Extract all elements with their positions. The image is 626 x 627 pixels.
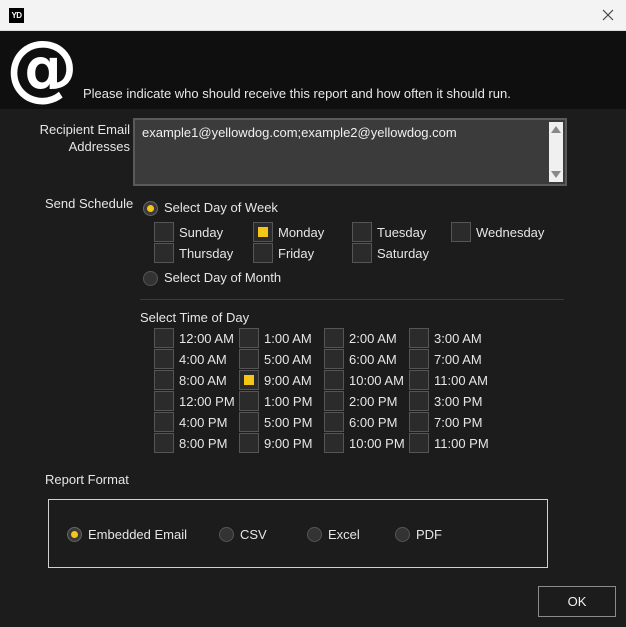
- time-label: 3:00 AM: [434, 331, 482, 346]
- day-label: Saturday: [377, 246, 430, 261]
- app-logo: YD: [9, 8, 24, 23]
- day-of-month-radio[interactable]: [143, 271, 158, 286]
- day-label: Wednesday: [476, 225, 545, 240]
- time-checkbox[interactable]: [239, 391, 259, 411]
- time-checkbox[interactable]: [409, 391, 429, 411]
- day-label: Sunday: [179, 225, 224, 240]
- svg-text:@: @: [7, 35, 77, 105]
- time-checkbox[interactable]: [324, 370, 344, 390]
- header-instruction: Please indicate who should receive this …: [83, 86, 511, 101]
- time-label: 6:00 PM: [349, 415, 398, 430]
- day-checkbox-tuesday[interactable]: [352, 222, 372, 242]
- time-label: 1:00 PM: [264, 394, 313, 409]
- time-checkbox[interactable]: [409, 370, 429, 390]
- close-icon: [602, 9, 614, 21]
- time-checkbox[interactable]: [154, 349, 174, 369]
- day-label: Tuesday: [377, 225, 427, 240]
- send-schedule-label: Send Schedule: [45, 196, 134, 211]
- time-checkbox[interactable]: [409, 328, 429, 348]
- time-checkbox[interactable]: [239, 328, 259, 348]
- recipient-email-input[interactable]: example1@yellowdog.com;example2@yellowdo…: [133, 118, 567, 186]
- time-of-day-label: Select Time of Day: [140, 310, 250, 325]
- at-sign-icon: @: [7, 35, 77, 105]
- time-label: 10:00 PM: [349, 436, 405, 451]
- day-of-week-radio[interactable]: [143, 201, 158, 216]
- day-checkbox-saturday[interactable]: [352, 243, 372, 263]
- time-label: 1:00 AM: [264, 331, 312, 346]
- time-label: 4:00 PM: [179, 415, 228, 430]
- day-of-week-label: Select Day of Week: [164, 200, 278, 215]
- time-checkbox[interactable]: [324, 433, 344, 453]
- time-label: 8:00 AM: [179, 373, 227, 388]
- format-label: CSV: [240, 527, 267, 542]
- time-checkbox[interactable]: [324, 349, 344, 369]
- scroll-up-icon[interactable]: [551, 126, 561, 133]
- time-checkbox[interactable]: [154, 433, 174, 453]
- report-format-group: Embedded Email CSV Excel PDF: [48, 499, 548, 568]
- section-divider: [140, 299, 564, 300]
- time-checkbox[interactable]: [409, 349, 429, 369]
- day-checkbox-friday[interactable]: [253, 243, 273, 263]
- day-checkbox-thursday[interactable]: [154, 243, 174, 263]
- time-checkbox[interactable]: [239, 370, 259, 390]
- time-label: 2:00 AM: [349, 331, 397, 346]
- format-radio-embedded-email[interactable]: [67, 527, 82, 542]
- recipient-email-value: example1@yellowdog.com;example2@yellowdo…: [142, 125, 457, 140]
- format-radio-pdf[interactable]: [395, 527, 410, 542]
- time-label: 9:00 PM: [264, 436, 313, 451]
- time-label: 3:00 PM: [434, 394, 483, 409]
- time-checkbox[interactable]: [409, 433, 429, 453]
- ok-button[interactable]: OK: [538, 586, 616, 617]
- format-label: Excel: [328, 527, 360, 542]
- time-checkbox[interactable]: [239, 433, 259, 453]
- time-checkbox[interactable]: [154, 391, 174, 411]
- time-label: 12:00 AM: [179, 331, 234, 346]
- time-checkbox[interactable]: [154, 328, 174, 348]
- time-checkbox[interactable]: [239, 349, 259, 369]
- day-checkbox-sunday[interactable]: [154, 222, 174, 242]
- day-label: Thursday: [179, 246, 234, 261]
- dialog-header: @ Please indicate who should receive thi…: [0, 31, 626, 109]
- time-checkbox[interactable]: [154, 370, 174, 390]
- email-scrollbar[interactable]: [549, 122, 563, 182]
- day-label: Friday: [278, 246, 315, 261]
- day-checkbox-wednesday[interactable]: [451, 222, 471, 242]
- time-checkbox[interactable]: [239, 412, 259, 432]
- recipient-email-label: Recipient Email Addresses: [20, 121, 130, 155]
- day-label: Monday: [278, 225, 325, 240]
- time-checkbox[interactable]: [324, 328, 344, 348]
- time-label: 6:00 AM: [349, 352, 397, 367]
- format-radio-csv[interactable]: [219, 527, 234, 542]
- title-bar: YD: [0, 0, 626, 31]
- time-label: 5:00 PM: [264, 415, 313, 430]
- scroll-down-icon[interactable]: [551, 171, 561, 178]
- format-radio-excel[interactable]: [307, 527, 322, 542]
- time-label: 11:00 PM: [434, 436, 489, 451]
- close-button[interactable]: [594, 2, 622, 28]
- time-label: 11:00 AM: [434, 373, 488, 388]
- time-label: 2:00 PM: [349, 394, 398, 409]
- time-label: 5:00 AM: [264, 352, 312, 367]
- time-checkbox[interactable]: [409, 412, 429, 432]
- time-label: 7:00 PM: [434, 415, 483, 430]
- time-label: 10:00 AM: [349, 373, 404, 388]
- time-label: 4:00 AM: [179, 352, 227, 367]
- time-label: 7:00 AM: [434, 352, 482, 367]
- time-label: 9:00 AM: [264, 373, 312, 388]
- format-label: PDF: [416, 527, 442, 542]
- time-checkbox[interactable]: [324, 412, 344, 432]
- recipient-email-label-line2: Addresses: [68, 139, 130, 154]
- time-checkbox[interactable]: [324, 391, 344, 411]
- time-label: 8:00 PM: [179, 436, 228, 451]
- report-format-label: Report Format: [45, 472, 129, 487]
- day-of-month-label: Select Day of Month: [164, 270, 282, 285]
- time-checkbox[interactable]: [154, 412, 174, 432]
- day-checkbox-monday[interactable]: [253, 222, 273, 242]
- recipient-email-label-line1: Recipient Email: [39, 122, 130, 137]
- time-label: 12:00 PM: [179, 394, 235, 409]
- format-label: Embedded Email: [88, 527, 187, 542]
